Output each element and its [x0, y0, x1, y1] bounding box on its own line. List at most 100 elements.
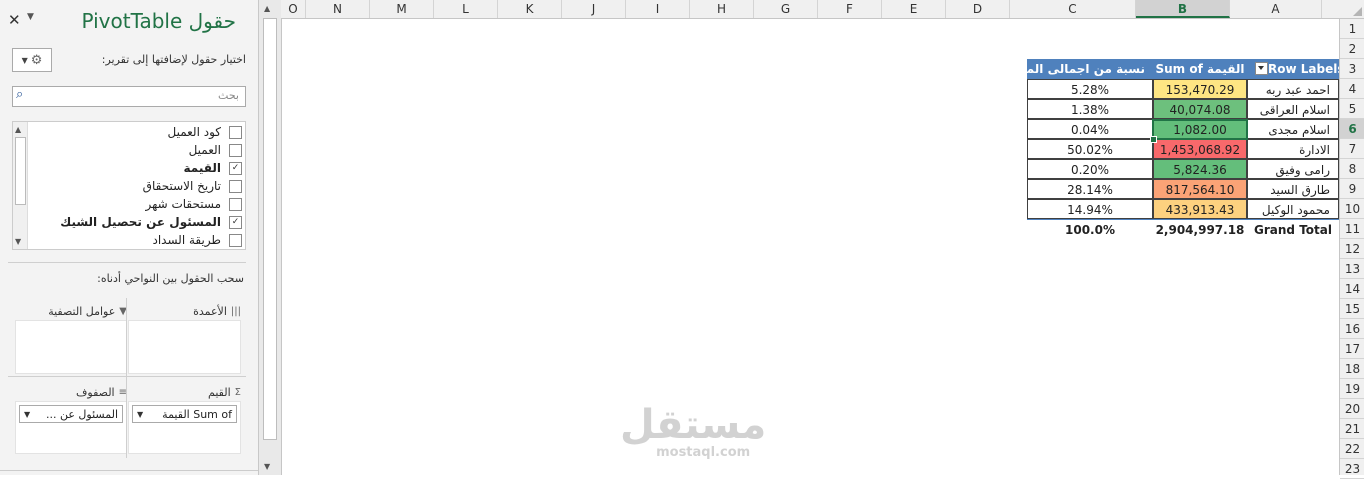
- field-settings-button[interactable]: ▼ ⚙: [12, 48, 52, 72]
- pct-cell[interactable]: 28.14%: [1027, 179, 1153, 199]
- row-header[interactable]: 16: [1340, 319, 1364, 339]
- row-header[interactable]: 4: [1340, 79, 1364, 99]
- row-header[interactable]: 22: [1340, 439, 1364, 459]
- close-icon[interactable]: ✕: [8, 11, 21, 29]
- grand-total-label[interactable]: Grand Total: [1247, 219, 1339, 239]
- row-header[interactable]: 14: [1340, 279, 1364, 299]
- row-labels-header[interactable]: Row Labels: [1247, 59, 1339, 79]
- row-header[interactable]: 1: [1340, 19, 1364, 39]
- column-header[interactable]: G: [754, 0, 818, 18]
- field-list-scrollbar[interactable]: ▲ ▼: [13, 122, 28, 249]
- column-header[interactable]: D: [946, 0, 1010, 18]
- column-header[interactable]: H: [690, 0, 754, 18]
- column-header[interactable]: I: [626, 0, 690, 18]
- row-label-cell[interactable]: محمود الوكيل: [1247, 199, 1339, 219]
- column-header[interactable]: O: [281, 0, 306, 18]
- field-item[interactable]: تاريخ الاستحقاق: [31, 177, 245, 195]
- scroll-thumb[interactable]: [15, 137, 26, 205]
- row-label-cell[interactable]: احمد عبد ربه: [1247, 79, 1339, 99]
- fill-handle[interactable]: [1150, 136, 1157, 143]
- column-header[interactable]: A: [1230, 0, 1322, 18]
- field-item[interactable]: كود العميل: [31, 123, 245, 141]
- field-checkbox[interactable]: [229, 125, 242, 139]
- row-header[interactable]: 20: [1340, 399, 1364, 419]
- value-cell[interactable]: 1,453,068.92: [1153, 139, 1247, 159]
- row-header[interactable]: 5: [1340, 99, 1364, 119]
- field-checkbox[interactable]: ✓: [229, 161, 242, 175]
- row-label-cell[interactable]: رامى وفيق: [1247, 159, 1339, 179]
- row-label-cell[interactable]: طارق السيد: [1247, 179, 1339, 199]
- columns-area[interactable]: ||| الأعمدة: [128, 302, 241, 374]
- pane-menu-chevron-icon[interactable]: ▼: [27, 12, 34, 22]
- scroll-up-icon[interactable]: ▲: [264, 4, 270, 13]
- row-header[interactable]: 15: [1340, 299, 1364, 319]
- row-header[interactable]: 21: [1340, 419, 1364, 439]
- row-header[interactable]: 8: [1340, 159, 1364, 179]
- column-header[interactable]: N: [306, 0, 370, 18]
- pct-cell[interactable]: 0.20%: [1027, 159, 1153, 179]
- value-cell[interactable]: 433,913.43: [1153, 199, 1247, 219]
- value-cell[interactable]: 40,074.08: [1153, 99, 1247, 119]
- chevron-down-icon[interactable]: ▼: [24, 410, 30, 419]
- filters-area[interactable]: ▼ عوامل التصفية: [15, 302, 127, 374]
- scroll-down-icon[interactable]: ▼: [264, 462, 270, 471]
- column-header[interactable]: E: [882, 0, 946, 18]
- row-header[interactable]: 23: [1340, 459, 1364, 479]
- value-cell[interactable]: 153,470.29: [1153, 79, 1247, 99]
- scroll-thumb[interactable]: [263, 18, 277, 440]
- rows-area[interactable]: ≡ الصفوف المسئول عن ... ▼: [15, 383, 127, 454]
- row-header[interactable]: 19: [1340, 379, 1364, 399]
- column-header[interactable]: C: [1010, 0, 1136, 18]
- value-cell[interactable]: 817,564.10: [1153, 179, 1247, 199]
- column-header[interactable]: B: [1136, 0, 1230, 18]
- row-label-cell[interactable]: اسلام مجدى: [1247, 119, 1339, 139]
- scroll-down-icon[interactable]: ▼: [15, 237, 21, 246]
- sum-header[interactable]: Sum of القيمة: [1153, 59, 1247, 79]
- pct-cell[interactable]: 5.28%: [1027, 79, 1153, 99]
- field-item[interactable]: العميل: [31, 141, 245, 159]
- rows-field-item[interactable]: المسئول عن ... ▼: [19, 405, 123, 423]
- row-header[interactable]: 13: [1340, 259, 1364, 279]
- filters-drop-zone[interactable]: [15, 320, 127, 374]
- pct-cell[interactable]: 14.94%: [1027, 199, 1153, 219]
- column-header[interactable]: F: [818, 0, 882, 18]
- total-value-cell[interactable]: 2,904,997.18: [1153, 219, 1247, 239]
- value-cell[interactable]: 5,824.36: [1153, 159, 1247, 179]
- row-header[interactable]: 10: [1340, 199, 1364, 219]
- total-pct-cell[interactable]: 100.0%: [1027, 219, 1153, 239]
- row-label-cell[interactable]: اسلام العراقى: [1247, 99, 1339, 119]
- field-item[interactable]: ✓ القيمة: [31, 159, 245, 177]
- rows-drop-zone[interactable]: المسئول عن ... ▼: [15, 401, 127, 454]
- field-search-input[interactable]: بحث ⌕: [12, 86, 246, 107]
- pct-cell[interactable]: 0.04%: [1027, 119, 1153, 139]
- select-all-corner[interactable]: [1339, 0, 1364, 18]
- field-checkbox[interactable]: ✓: [229, 215, 242, 229]
- column-header[interactable]: L: [434, 0, 498, 18]
- pct-header[interactable]: نسبة من اجمالى المديونية: [1027, 59, 1153, 79]
- column-header[interactable]: M: [370, 0, 434, 18]
- row-header[interactable]: 18: [1340, 359, 1364, 379]
- field-item[interactable]: طريقة السداد: [31, 231, 245, 249]
- sheet-vertical-scrollbar[interactable]: ▲ ▼: [259, 0, 282, 475]
- row-header[interactable]: 3: [1340, 59, 1364, 79]
- values-area[interactable]: Σ القيم Sum of القيمة ▼: [128, 383, 241, 454]
- pct-cell[interactable]: 50.02%: [1027, 139, 1153, 159]
- values-field-item[interactable]: Sum of القيمة ▼: [132, 405, 237, 423]
- field-checkbox[interactable]: [229, 197, 242, 211]
- column-header[interactable]: K: [498, 0, 562, 18]
- row-header[interactable]: 6: [1340, 119, 1364, 139]
- row-header[interactable]: 7: [1340, 139, 1364, 159]
- field-checkbox[interactable]: [229, 179, 242, 193]
- field-checkbox[interactable]: [229, 233, 242, 247]
- pct-cell[interactable]: 1.38%: [1027, 99, 1153, 119]
- chevron-down-icon[interactable]: ▼: [137, 410, 143, 419]
- row-label-cell[interactable]: الادارة: [1247, 139, 1339, 159]
- row-header[interactable]: 12: [1340, 239, 1364, 259]
- row-header[interactable]: 17: [1340, 339, 1364, 359]
- row-header[interactable]: 2: [1340, 39, 1364, 59]
- columns-drop-zone[interactable]: [128, 320, 241, 374]
- field-checkbox[interactable]: [229, 143, 242, 157]
- scroll-up-icon[interactable]: ▲: [15, 125, 21, 134]
- values-drop-zone[interactable]: Sum of القيمة ▼: [128, 401, 241, 454]
- filter-dropdown-icon[interactable]: [1255, 62, 1268, 75]
